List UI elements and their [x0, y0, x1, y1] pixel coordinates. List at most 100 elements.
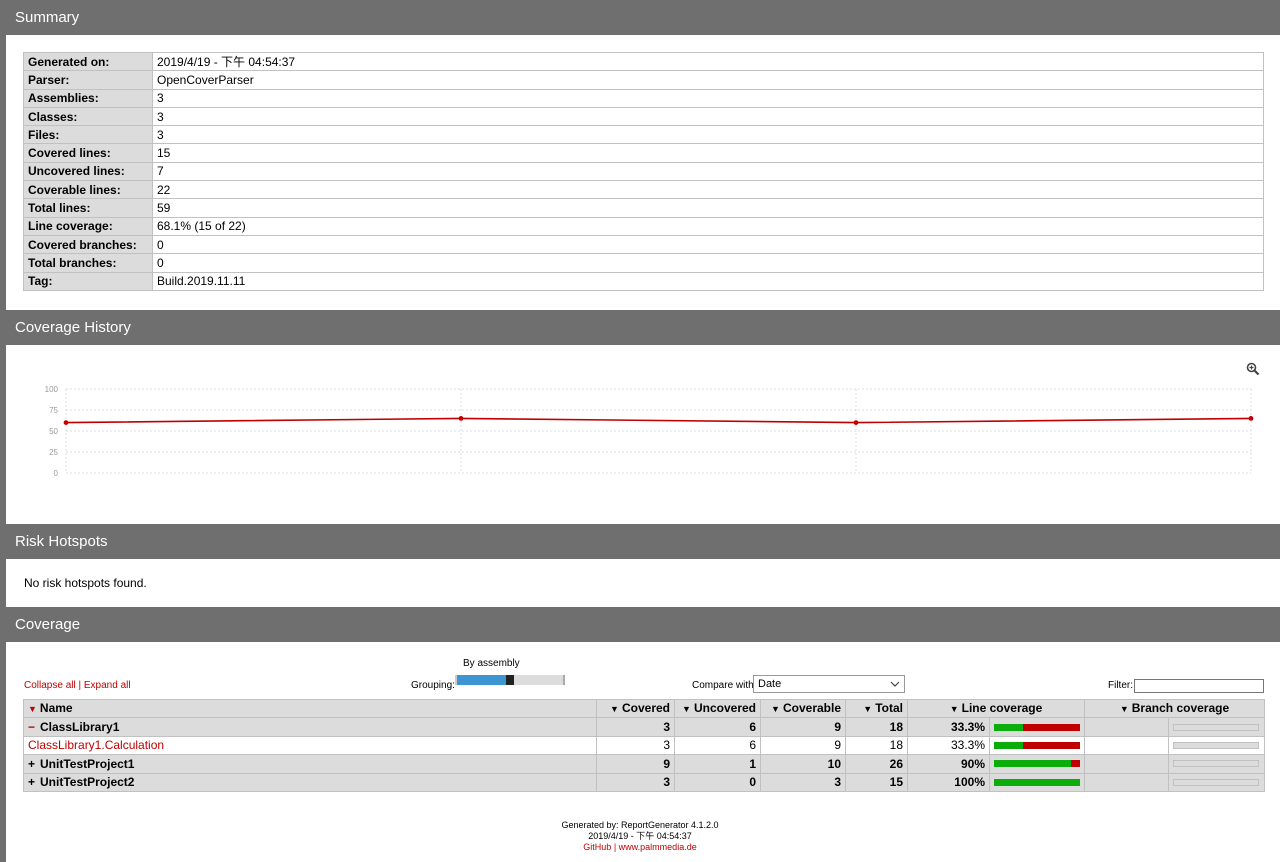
summary-row: Tag: Build.2019.11.11 [23, 271, 1264, 291]
row-uncovered: 6 [674, 717, 761, 737]
row-name-cell[interactable]: ClassLibrary1.Calculation [23, 735, 597, 756]
line-coverage-bar-cell [989, 754, 1085, 774]
coverage-header: Coverage [6, 607, 1280, 642]
column-covered[interactable]: ▼ Covered [596, 698, 675, 719]
assembly-row[interactable]: + UnitTestProject2 3 0 3 15 100% [23, 772, 1265, 792]
branch-coverage-bar [1173, 741, 1259, 749]
chevron-down-icon [890, 678, 900, 696]
assembly-row[interactable]: + UnitTestProject1 9 1 10 26 90% [23, 754, 1265, 774]
assembly-name: UnitTestProject1 [40, 756, 135, 771]
column-line-coverage[interactable]: ▼ Line coverage [907, 698, 1085, 719]
row-name-cell[interactable]: − ClassLibrary1 [23, 717, 597, 737]
summary-row: Covered lines: 15 [23, 143, 1264, 163]
summary-row: Total branches: 0 [23, 253, 1264, 273]
row-uncovered: 0 [674, 772, 761, 792]
column-covered-label: Covered [621, 701, 670, 716]
covered-bar [994, 778, 1080, 786]
summary-label: Total lines: [23, 198, 153, 218]
collapse-icon[interactable]: − [28, 719, 40, 735]
row-name-cell[interactable]: + UnitTestProject1 [23, 754, 597, 774]
collapse-all-link[interactable]: Collapse all [24, 680, 76, 691]
summary-header: Summary [6, 0, 1280, 35]
summary-value: 3 [152, 125, 1264, 145]
row-total: 18 [845, 717, 908, 737]
footer-separator: | [613, 842, 617, 852]
summary-label: Coverable lines: [23, 180, 153, 200]
risk-title: Risk Hotspots [15, 533, 108, 550]
summary-row: Total lines: 59 [23, 198, 1264, 218]
line-coverage-bar [994, 760, 1080, 768]
branch-coverage-bar-cell [1168, 772, 1265, 792]
summary-label: Classes: [23, 106, 153, 127]
column-uncovered[interactable]: ▼ Uncovered [674, 698, 761, 719]
coverage-header-row: ▼ Name ▼ Covered ▼ Uncovered ▼ Coverable ▼ To… [23, 698, 1265, 719]
assembly-row[interactable]: − ClassLibrary1 3 6 9 18 33.3% [23, 717, 1265, 737]
row-uncovered: 1 [674, 754, 761, 774]
summary-title: Summary [15, 9, 80, 26]
grouping-slider-end [563, 675, 565, 685]
sort-arrow-icon: ▼ [1119, 704, 1129, 715]
series-line [65, 417, 1252, 424]
github-link[interactable]: GitHub [583, 842, 611, 852]
summary-row: Assemblies: 3 [23, 88, 1264, 108]
row-coverable: 10 [760, 754, 846, 774]
y-tick-label: 0 [54, 469, 59, 478]
summary-row: Parser: OpenCoverParser [23, 70, 1264, 90]
y-tick-label: 75 [49, 406, 58, 415]
summary-value: 59 [152, 198, 1264, 218]
sort-arrow-icon: ▼ [949, 704, 959, 715]
branch-coverage-bar-cell [1168, 717, 1265, 737]
class-row[interactable]: ClassLibrary1.Calculation 3 6 9 18 33.3% [23, 735, 1265, 756]
summary-label: Uncovered lines: [23, 161, 153, 182]
summary-value: 7 [152, 161, 1264, 182]
sort-arrow-icon: ▼ [610, 704, 619, 715]
grouping-slider-handle[interactable] [506, 675, 514, 685]
sort-arrow-icon: ▼ [771, 704, 780, 715]
class-link[interactable]: ClassLibrary1.Calculation [28, 738, 164, 752]
expand-icon[interactable]: + [28, 756, 40, 772]
summary-value: 22 [152, 180, 1264, 200]
summary-label: Assemblies: [23, 88, 153, 108]
compare-label: Compare with: [692, 680, 757, 691]
line-coverage-bar [994, 723, 1080, 731]
website-link[interactable]: www.palmmedia.de [619, 842, 697, 852]
column-name[interactable]: ▼ Name [23, 698, 597, 719]
expand-icon[interactable]: + [28, 774, 40, 790]
row-name-cell[interactable]: + UnitTestProject2 [23, 772, 597, 792]
coverage-title: Coverage [15, 616, 81, 633]
summary-row: Generated on: 2019/4/19 - 下午 04:54:37 [23, 51, 1264, 72]
branch-coverage-bar [1173, 723, 1259, 731]
column-total[interactable]: ▼ Total [845, 698, 908, 719]
summary-label: Covered branches: [23, 234, 153, 255]
row-coverable: 9 [760, 735, 846, 756]
summary-label: Covered lines: [23, 143, 153, 163]
uncovered-bar [1071, 760, 1080, 768]
summary-row: Line coverage: 68.1% (15 of 22) [23, 216, 1264, 236]
link-separator: | [78, 680, 82, 691]
line-coverage-bar-cell [989, 717, 1085, 737]
row-covered: 3 [596, 772, 675, 792]
filter-input[interactable] [1134, 679, 1264, 693]
filter-label: Filter: [1108, 680, 1133, 691]
covered-bar [994, 760, 1071, 768]
line-coverage-bar-cell [989, 772, 1085, 792]
summary-row: Covered branches: 0 [23, 234, 1264, 255]
history-header: Coverage History [6, 310, 1280, 345]
compare-select[interactable]: Date [753, 675, 905, 693]
covered-bar [994, 723, 1023, 731]
sort-arrow-icon: ▼ [28, 704, 37, 715]
row-total: 18 [845, 735, 908, 756]
column-branch-coverage-label: Branch coverage [1131, 701, 1230, 716]
history-title: Coverage History [15, 319, 131, 336]
summary-value: 0 [152, 234, 1264, 255]
row-uncovered: 6 [674, 735, 761, 756]
column-branch-coverage[interactable]: ▼ Branch coverage [1084, 698, 1265, 719]
branch-coverage-value [1084, 772, 1169, 792]
grouping-value: By assembly [463, 658, 520, 669]
summary-row: Uncovered lines: 7 [23, 161, 1264, 182]
column-coverable[interactable]: ▼ Coverable [760, 698, 846, 719]
expand-all-link[interactable]: Expand all [84, 680, 131, 691]
grouping-slider[interactable] [455, 675, 565, 685]
assembly-name: UnitTestProject2 [40, 775, 135, 790]
footer: Generated by: ReportGenerator 4.1.2.0 20… [0, 820, 1280, 853]
